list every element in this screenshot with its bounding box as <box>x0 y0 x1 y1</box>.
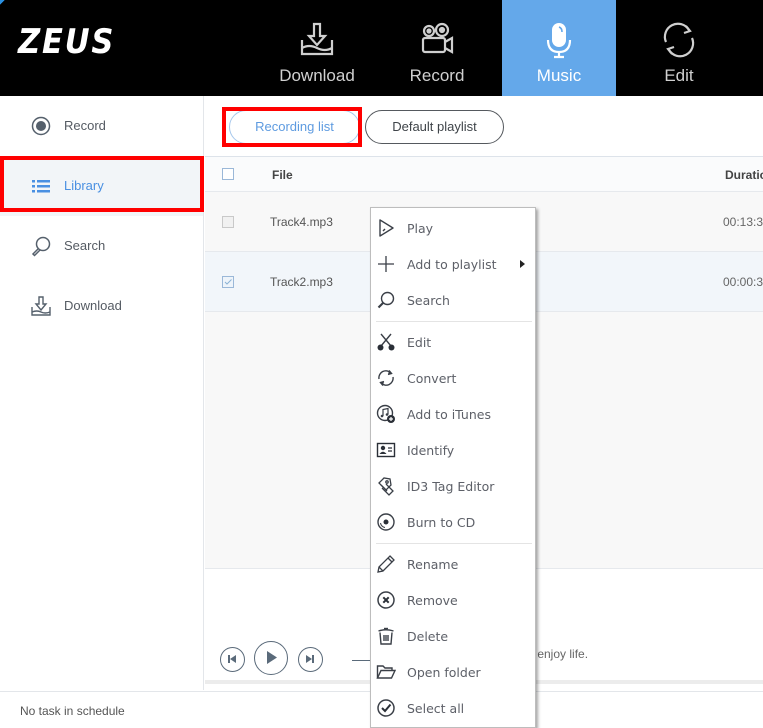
convert-cycle-icon <box>663 22 695 58</box>
sidebar-item-download[interactable]: Download <box>0 276 203 336</box>
skip-previous-icon <box>228 655 236 663</box>
tab-edit-label: Edit <box>664 66 694 85</box>
menu-item-label: Open folder <box>407 665 481 680</box>
menu-item-identify[interactable]: Identify <box>371 432 535 468</box>
remove-circle-icon <box>377 591 395 609</box>
search-icon <box>377 291 395 309</box>
tab-edit[interactable]: Edit <box>622 0 736 96</box>
top-bar: ZEUS Download Record Music Edit <box>0 0 763 96</box>
tab-record[interactable]: Record <box>380 0 494 96</box>
check-icon <box>224 279 232 285</box>
sidebar-item-label: Library <box>64 178 104 193</box>
menu-item-id3-tag-editor[interactable]: ID3 Tag Editor <box>371 468 535 504</box>
skip-next-icon <box>306 655 314 663</box>
sidebar: Record Library Search Download <box>0 96 204 690</box>
tab-recording-list[interactable]: Recording list <box>229 110 360 144</box>
duration: 00:00:3 <box>723 275 763 289</box>
search-icon <box>31 236 51 257</box>
menu-item-label: Select all <box>407 701 465 716</box>
menu-item-label: Rename <box>407 557 459 572</box>
microphone-icon <box>546 23 572 59</box>
menu-item-add-to-playlist[interactable]: Add to playlist <box>371 246 535 282</box>
tab-default-playlist[interactable]: Default playlist <box>365 110 504 144</box>
pencil-icon <box>377 555 395 573</box>
context-menu: Play Add to playlist Search Edit Convert <box>370 207 536 728</box>
play-icon <box>267 651 277 664</box>
folder-open-icon <box>376 665 396 679</box>
menu-item-burn-to-cd[interactable]: Burn to CD <box>371 504 535 540</box>
next-button[interactable] <box>298 647 323 672</box>
trash-icon <box>378 627 394 645</box>
row-checkbox[interactable] <box>222 216 234 228</box>
status-text: No task in schedule <box>20 704 125 718</box>
menu-item-label: Add to iTunes <box>407 407 491 422</box>
tab-music[interactable]: Music <box>502 0 616 96</box>
list-icon <box>32 180 50 193</box>
download-icon <box>31 296 51 316</box>
menu-item-label: Search <box>407 293 450 308</box>
sidebar-item-label: Search <box>64 238 106 253</box>
menu-item-remove[interactable]: Remove <box>371 582 535 618</box>
cd-icon <box>377 513 395 531</box>
check-circle-icon <box>377 699 395 717</box>
menu-item-rename[interactable]: Rename <box>371 546 535 582</box>
column-header-file[interactable]: File <box>272 168 293 182</box>
menu-item-convert[interactable]: Convert <box>371 360 535 396</box>
convert-icon <box>378 370 394 386</box>
menu-item-label: ID3 Tag Editor <box>407 479 495 494</box>
menu-item-open-folder[interactable]: Open folder <box>371 654 535 690</box>
row-checkbox-checked[interactable] <box>222 276 234 288</box>
column-header-duration[interactable]: Duratio <box>725 168 763 182</box>
submenu-arrow-icon <box>520 260 525 268</box>
menu-item-label: Identify <box>407 443 455 458</box>
play-icon <box>379 219 394 237</box>
window-corner-accent <box>0 0 5 5</box>
sidebar-item-library[interactable]: Library <box>0 156 203 216</box>
menu-separator <box>376 321 532 322</box>
sidebar-item-search[interactable]: Search <box>0 216 203 276</box>
plus-icon <box>378 256 394 272</box>
previous-button[interactable] <box>220 647 245 672</box>
menu-item-delete[interactable]: Delete <box>371 618 535 654</box>
play-button[interactable] <box>254 641 288 675</box>
table-header: File Duratio <box>205 156 763 192</box>
menu-item-label: Play <box>407 221 434 236</box>
sidebar-item-label: Download <box>64 298 122 313</box>
app-logo: ZEUS <box>18 22 116 62</box>
file-name: Track4.mp3 <box>270 215 333 229</box>
menu-item-add-to-itunes[interactable]: Add to iTunes <box>371 396 535 432</box>
menu-item-label: Burn to CD <box>407 515 476 530</box>
duration: 00:13:3 <box>723 215 763 229</box>
record-icon <box>31 116 51 136</box>
menu-item-label: Remove <box>407 593 458 608</box>
download-icon <box>300 22 334 56</box>
video-camera-icon <box>421 22 454 54</box>
tab-music-label: Music <box>536 66 582 85</box>
menu-separator <box>376 543 532 544</box>
scissors-icon <box>377 333 395 351</box>
menu-item-play[interactable]: Play <box>371 210 535 246</box>
tab-download-label: Download <box>279 66 355 85</box>
menu-item-label: Add to playlist <box>407 257 497 272</box>
tab-download[interactable]: Download <box>260 0 374 96</box>
menu-item-label: Delete <box>407 629 449 644</box>
menu-item-search[interactable]: Search <box>371 282 535 318</box>
menu-item-edit[interactable]: Edit <box>371 324 535 360</box>
id-card-icon <box>376 442 396 458</box>
menu-item-select-all[interactable]: Select all <box>371 690 535 726</box>
select-all-checkbox[interactable] <box>222 168 234 180</box>
sidebar-item-record[interactable]: Record <box>0 96 203 156</box>
menu-item-label: Edit <box>407 335 432 350</box>
sidebar-item-label: Record <box>64 118 106 133</box>
tab-record-label: Record <box>409 66 465 85</box>
itunes-add-icon <box>376 404 395 423</box>
file-name: Track2.mp3 <box>270 275 333 289</box>
menu-item-label: Convert <box>407 371 457 386</box>
arrow-line <box>352 660 372 661</box>
tag-edit-icon <box>378 477 394 496</box>
